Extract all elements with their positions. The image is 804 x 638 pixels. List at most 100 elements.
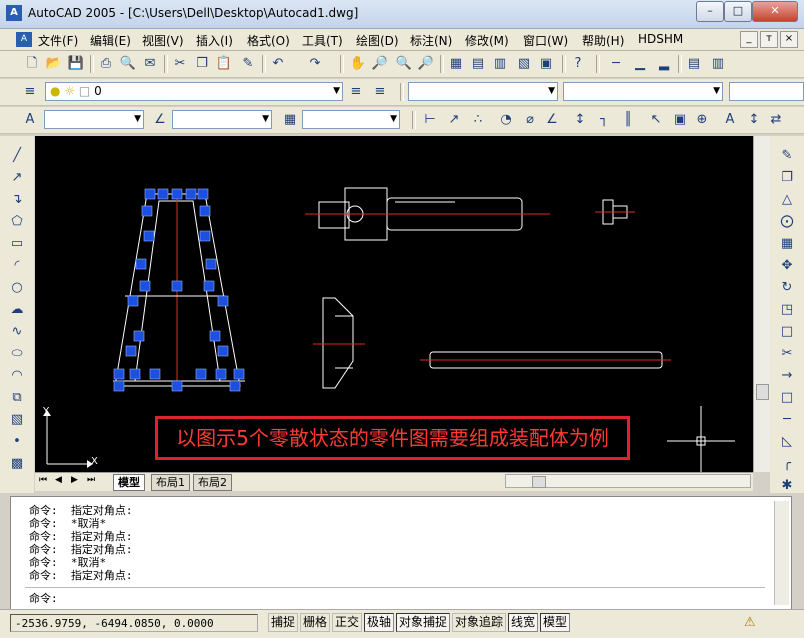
grip-handle[interactable]: [129, 368, 141, 380]
part-shaft-bushing[interactable]: [305, 187, 550, 241]
open-file-icon[interactable]: 📂: [44, 54, 64, 74]
text-style-icon[interactable]: ▂: [654, 54, 674, 74]
ellipse-icon[interactable]: ⬭: [6, 344, 28, 364]
zoom-previous-icon[interactable]: 🔎: [416, 54, 436, 74]
dim-linear-icon[interactable]: ⊢: [420, 110, 440, 130]
trim-icon[interactable]: ✂: [776, 344, 798, 364]
model-space-toggle[interactable]: 模型: [540, 613, 571, 632]
point-icon[interactable]: •: [6, 432, 28, 452]
copy-object-icon[interactable]: ❐: [776, 168, 798, 188]
arc-icon[interactable]: ◜: [6, 256, 28, 276]
make-block-icon[interactable]: ▧: [6, 410, 28, 430]
linetype-control-select[interactable]: ▼: [563, 82, 723, 101]
grip-handle[interactable]: [149, 368, 161, 380]
tab-last-arrow-icon[interactable]: ⏭: [87, 475, 95, 485]
print-preview-icon[interactable]: 🔍: [118, 54, 138, 74]
scale-icon[interactable]: ◳: [776, 300, 798, 320]
doc-minimize-button[interactable]: _: [740, 31, 758, 48]
rotate-icon[interactable]: ↻: [776, 278, 798, 298]
undo-icon[interactable]: ↶: [268, 54, 288, 74]
menu-hdshm[interactable]: HDSHM: [638, 32, 683, 46]
extend-icon[interactable]: →: [776, 366, 798, 386]
grip-handle[interactable]: [135, 258, 147, 270]
dim-update-icon[interactable]: ⇄: [766, 110, 786, 130]
document-icon[interactable]: A: [16, 32, 32, 47]
lineweight-toggle[interactable]: 线宽: [508, 613, 539, 632]
grip-handle[interactable]: [203, 280, 215, 292]
menu-window[interactable]: 窗口(W): [523, 32, 568, 49]
quick-leader-icon[interactable]: ↖: [646, 110, 666, 130]
horizontal-scrollbar[interactable]: [505, 474, 751, 488]
osnap-toggle[interactable]: 对象捕捉: [396, 613, 451, 632]
stretch-icon[interactable]: □: [776, 322, 798, 342]
sheet-set-icon[interactable]: ▧: [514, 54, 534, 74]
part-tapered-body[interactable]: [113, 193, 245, 391]
menu-draw[interactable]: 绘图(D): [356, 32, 399, 49]
make-object-layer-current-icon[interactable]: ≡: [346, 82, 366, 102]
ortho-toggle[interactable]: 正交: [332, 613, 363, 632]
save-icon[interactable]: 💾: [66, 54, 86, 74]
hatch-icon[interactable]: ▩: [6, 454, 28, 474]
grip-handle[interactable]: [133, 330, 145, 342]
table-style-icon[interactable]: ▤: [684, 54, 704, 74]
hscroll-thumb[interactable]: [532, 476, 546, 488]
dim-linear-icon[interactable]: ─: [606, 54, 626, 74]
menu-file[interactable]: 文件(F): [38, 32, 78, 49]
grip-handle[interactable]: [171, 280, 183, 292]
tool-palettes-icon[interactable]: ▥: [490, 54, 510, 74]
command-window[interactable]: 命令: 指定对角点: 命令: *取消* 命令: 指定对角点: 命令: 指定对角点…: [10, 496, 792, 610]
design-center-icon[interactable]: ▤: [468, 54, 488, 74]
layer-select[interactable]: ● ☼ □ 0 ▼: [45, 82, 343, 101]
close-button[interactable]: ✕: [752, 1, 798, 22]
dim-continue-icon[interactable]: ║: [618, 110, 638, 130]
tab-prev-arrow-icon[interactable]: ◀: [55, 475, 62, 485]
print-icon[interactable]: ⎙: [96, 54, 116, 74]
plot-style-icon[interactable]: ▥: [708, 54, 728, 74]
redo-icon[interactable]: ↷: [305, 54, 325, 74]
table-style-manager-icon[interactable]: ▦: [280, 110, 300, 130]
grip-handle[interactable]: [113, 380, 125, 392]
grip-handle[interactable]: [141, 205, 153, 217]
break-icon[interactable]: □: [776, 388, 798, 408]
revision-cloud-icon[interactable]: ☁: [6, 300, 28, 320]
rectangle-icon[interactable]: ▭: [6, 234, 28, 254]
menu-edit[interactable]: 编辑(E): [90, 32, 131, 49]
grip-handle[interactable]: [139, 280, 151, 292]
circle-icon[interactable]: ○: [6, 278, 28, 298]
help-icon[interactable]: ?: [568, 54, 588, 74]
grip-handle[interactable]: [157, 188, 169, 200]
construction-line-icon[interactable]: ↗: [6, 168, 28, 188]
grip-handle[interactable]: [209, 330, 221, 342]
spline-icon[interactable]: ∿: [6, 322, 28, 342]
maximize-button[interactable]: □: [724, 1, 752, 22]
grip-handle[interactable]: [143, 230, 155, 242]
vertical-scrollbar[interactable]: [753, 136, 770, 472]
dim-baseline-icon[interactable]: ┐: [594, 110, 614, 130]
paste-icon[interactable]: 📋: [214, 54, 234, 74]
menu-modify[interactable]: 修改(M): [465, 32, 509, 49]
doc-close-button[interactable]: ×: [780, 31, 798, 48]
menu-help[interactable]: 帮助(H): [582, 32, 624, 49]
polyline-icon[interactable]: ↴: [6, 190, 28, 210]
grip-handle[interactable]: [195, 368, 207, 380]
offset-icon[interactable]: ⨀: [776, 212, 798, 232]
layer-manager-icon[interactable]: ≡: [20, 82, 40, 102]
ellipse-arc-icon[interactable]: ◠: [6, 366, 28, 386]
grip-handle[interactable]: [125, 345, 137, 357]
snap-toggle[interactable]: 捕捉: [268, 613, 299, 632]
autocad-app-icon[interactable]: A: [6, 5, 22, 21]
menu-format[interactable]: 格式(O): [247, 32, 290, 49]
join-icon[interactable]: ─: [776, 410, 798, 430]
minimize-button[interactable]: –: [696, 1, 724, 22]
command-prompt[interactable]: 命令:: [29, 590, 58, 606]
polygon-icon[interactable]: ⬠: [6, 212, 28, 232]
grip-handle[interactable]: [205, 258, 217, 270]
grip-handle[interactable]: [113, 368, 125, 380]
dim-angular-icon[interactable]: ∠: [542, 110, 562, 130]
menu-tools[interactable]: 工具(T): [302, 32, 343, 49]
pan-icon[interactable]: ✋: [348, 54, 368, 74]
quick-dim-icon[interactable]: ↕: [570, 110, 590, 130]
markup-icon[interactable]: ▣: [536, 54, 556, 74]
grip-handle[interactable]: [171, 188, 183, 200]
grip-handle[interactable]: [215, 368, 227, 380]
